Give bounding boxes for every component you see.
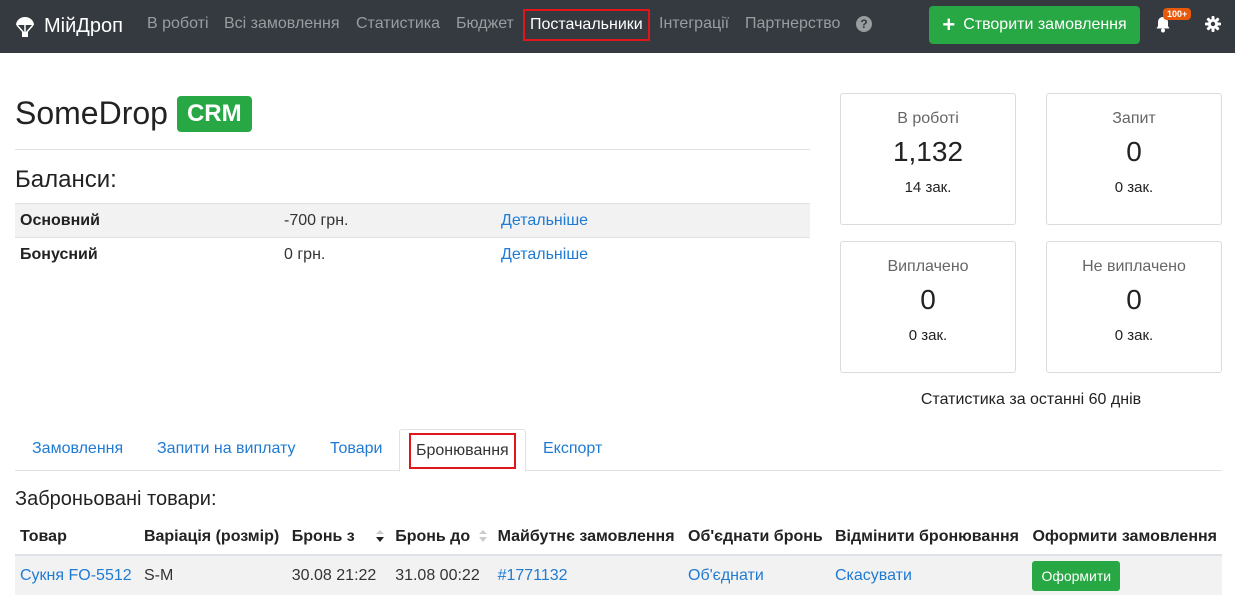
- crm-badge: CRM: [176, 95, 252, 132]
- checkout-button[interactable]: Оформити: [1032, 560, 1121, 591]
- create-order-label: Створити замовлення: [963, 16, 1127, 33]
- balance-row: Основний -700 грн. Детальніше: [15, 203, 810, 238]
- col-reserved-from[interactable]: Бронь з: [286, 519, 391, 556]
- stat-value: 0: [920, 284, 936, 315]
- col-future-order: Майбутнє замовлення: [492, 519, 683, 556]
- page-title: SomeDrop CRM: [15, 95, 252, 132]
- stat-orders-count: 0 зак.: [1114, 327, 1154, 344]
- tab-export[interactable]: Експорт: [543, 429, 602, 471]
- col-reserved-to-label: Бронь до: [395, 527, 471, 545]
- balance-row: Бонусний 0 грн. Детальніше: [15, 237, 810, 272]
- balance-details-link[interactable]: Детальніше: [501, 212, 588, 229]
- tab-reservations-label: Бронювання: [409, 433, 516, 469]
- stat-orders-count: 0 зак.: [1114, 179, 1154, 196]
- help-icon[interactable]: ?: [856, 16, 872, 32]
- sort-desc-icon[interactable]: [375, 529, 385, 543]
- product-link[interactable]: Сукня FO-5512: [20, 567, 132, 584]
- nav-suppliers[interactable]: Постачальники: [523, 9, 650, 41]
- stat-value: 1,132: [892, 136, 964, 167]
- nav-integrations[interactable]: Інтеграції: [659, 0, 729, 48]
- stats-period-note: Статистика за останні 60 днів: [920, 391, 1142, 408]
- table-row: Сукня FO-5512 S-M 30.08 21:22 31.08 00:2…: [15, 554, 1222, 595]
- tab-orders[interactable]: Замовлення: [32, 429, 123, 471]
- col-merge: Об'єднати бронь: [683, 519, 830, 556]
- balance-name: Бонусний: [15, 237, 279, 272]
- merge-link[interactable]: Об'єднати: [688, 567, 764, 584]
- nav-partnership[interactable]: Партнерство: [745, 0, 840, 48]
- col-product: Товар: [15, 519, 139, 556]
- balances-table: Основний -700 грн. Детальніше Бонусний 0…: [15, 203, 810, 272]
- balances-heading: Баланси:: [15, 166, 117, 193]
- create-order-button[interactable]: + Створити замовлення: [929, 6, 1140, 44]
- nav-budget[interactable]: Бюджет: [456, 0, 514, 48]
- nav-in-work[interactable]: В роботі: [147, 0, 209, 48]
- col-variation: Варіація (розмір): [138, 519, 287, 556]
- variation-value: S-M: [138, 554, 287, 595]
- plus-icon: +: [942, 12, 956, 37]
- stat-orders-count: 0 зак.: [908, 327, 948, 344]
- col-checkout: Оформити замовлення: [1027, 519, 1222, 556]
- table-header-row: Товар Варіація (розмір) Бронь з Бронь до…: [15, 519, 1222, 556]
- tab-reservations[interactable]: Бронювання: [399, 429, 526, 472]
- future-order-link[interactable]: #1771132: [498, 567, 568, 584]
- stat-card-in-work: В роботі 1,132 14 зак.: [840, 93, 1016, 225]
- reserved-to-value: 31.08 00:22: [390, 554, 493, 595]
- stat-label: Виплачено: [887, 258, 969, 275]
- gear-icon[interactable]: [1205, 16, 1221, 32]
- stat-label: Не виплачено: [1082, 258, 1186, 275]
- balance-amount: -700 грн.: [279, 203, 496, 238]
- balance-amount: 0 грн.: [279, 237, 496, 272]
- parachute-icon: [16, 16, 34, 37]
- reserved-from-value: 30.08 21:22: [286, 554, 391, 595]
- stat-card-request: Запит 0 0 зак.: [1046, 93, 1222, 225]
- col-reserved-from-label: Бронь з: [291, 527, 355, 545]
- page-title-text: SomeDrop: [15, 95, 168, 131]
- stat-label: Запит: [1112, 110, 1156, 127]
- col-cancel: Відмінити бронювання: [829, 519, 1028, 556]
- nav-all-orders[interactable]: Всі замовлення: [224, 0, 340, 48]
- stat-value: 0: [1126, 136, 1142, 167]
- col-reserved-to[interactable]: Бронь до: [390, 519, 493, 556]
- balance-name: Основний: [15, 203, 279, 238]
- stat-value: 0: [1126, 284, 1142, 315]
- brand-logo[interactable]: МійДроп: [14, 0, 123, 53]
- cancel-reservation-link[interactable]: Скасувати: [835, 567, 912, 584]
- tab-products[interactable]: Товари: [330, 429, 382, 471]
- top-navbar: МійДроп В роботі Всі замовлення Статисти…: [0, 0, 1235, 53]
- balance-details-link[interactable]: Детальніше: [501, 246, 588, 263]
- brand-name: МійДроп: [44, 15, 123, 37]
- sort-icon[interactable]: [478, 529, 488, 543]
- nav-statistics[interactable]: Статистика: [356, 0, 440, 48]
- reserved-products-heading: Заброньовані товари:: [15, 488, 217, 510]
- notification-badge: 100+: [1163, 8, 1192, 20]
- stat-label: В роботі: [897, 110, 959, 127]
- reservations-table: Товар Варіація (розмір) Бронь з Бронь до…: [15, 519, 1222, 595]
- divider: [15, 149, 810, 150]
- stat-orders-count: 14 зак.: [904, 179, 952, 196]
- stat-card-unpaid: Не виплачено 0 0 зак.: [1046, 241, 1222, 373]
- tab-bar: Замовлення Запити на виплату Товари Брон…: [15, 429, 1222, 472]
- stat-card-paid: Виплачено 0 0 зак.: [840, 241, 1016, 373]
- tab-payout-requests[interactable]: Запити на виплату: [157, 429, 296, 471]
